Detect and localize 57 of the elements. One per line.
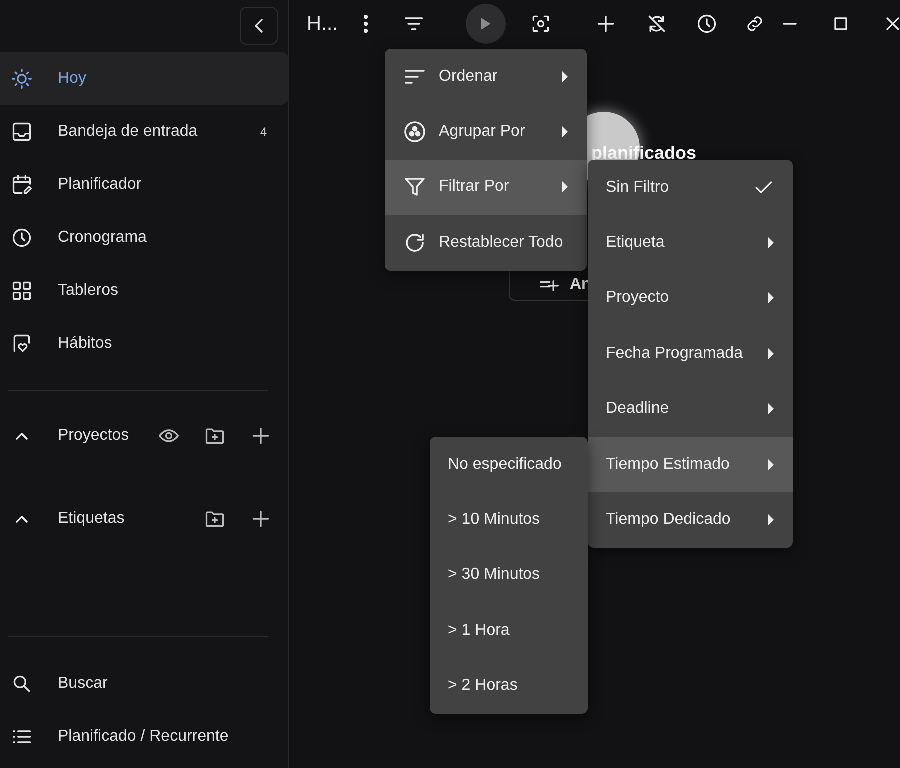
menu-item[interactable]: Etiqueta: [588, 215, 793, 271]
kebab-icon: [364, 15, 368, 33]
menu-item[interactable]: Tiempo Estimado: [588, 436, 793, 492]
sidebar-item[interactable]: Planificador: [0, 158, 289, 211]
play-button[interactable]: [466, 4, 506, 44]
sidebar-item[interactable]: Planificado / Recurrente: [0, 710, 289, 763]
grid-icon: [11, 280, 33, 302]
plus-icon: [595, 13, 617, 35]
menu-item[interactable]: > 2 Horas: [430, 658, 588, 714]
group-icon: [403, 120, 427, 144]
page-title: H...: [307, 12, 340, 37]
minimize-icon: [783, 23, 797, 25]
submenu-arrow-icon: [767, 292, 775, 304]
heart-shield-icon: [11, 332, 33, 354]
submenu-arrow-icon: [767, 403, 775, 416]
clock-icon: [696, 13, 718, 35]
menu-item[interactable]: Sin Filtro: [588, 160, 793, 216]
focus-icon: [530, 13, 552, 35]
menu-item[interactable]: > 10 Minutos: [430, 492, 588, 548]
sidebar-item[interactable]: Hábitos: [0, 317, 289, 370]
clock-icon: [11, 226, 33, 248]
menu-item[interactable]: Deadline: [588, 382, 793, 437]
menu-item[interactable]: Tiempo Dedicado: [588, 492, 793, 548]
sidebar-item[interactable]: Bandeja de entrada 4: [0, 105, 289, 158]
inbox-icon: [11, 120, 33, 142]
submenu-arrow-icon: [561, 181, 569, 194]
chevron-up-icon: [16, 432, 28, 440]
sidebar-item[interactable]: Cronograma: [0, 211, 289, 264]
menu-item[interactable]: Filtrar Por: [385, 160, 587, 216]
submenu-arrow-icon: [561, 70, 569, 83]
chevron-left-icon: [255, 19, 263, 33]
menu-item[interactable]: > 30 Minutos: [430, 548, 588, 604]
menu-item[interactable]: Ordenar: [385, 49, 587, 104]
sidebar-item[interactable]: Hoy: [0, 52, 289, 105]
item-count: 4: [260, 124, 267, 140]
menu-item[interactable]: > 1 Hora: [430, 603, 588, 659]
menu-item[interactable]: Agrupar Por: [385, 104, 587, 160]
section-title: Etiquetas: [58, 509, 126, 529]
menu-item[interactable]: Restablecer Todo: [385, 215, 587, 271]
play-icon: [481, 18, 491, 30]
collapse-button[interactable]: [240, 7, 278, 45]
sidebar-item[interactable]: Buscar: [0, 657, 289, 710]
menu-item[interactable]: Fecha Programada: [588, 326, 793, 382]
chevron-up-icon: [16, 516, 28, 522]
submenu-arrow-icon: [767, 237, 775, 250]
submenu-arrow-icon: [767, 348, 775, 360]
submenu-arrow-icon: [767, 458, 775, 471]
calendar-edit-icon: [11, 174, 33, 196]
plus-icon: [250, 425, 272, 447]
submenu-arrow-icon: [767, 514, 775, 526]
section-title: Proyectos: [58, 426, 130, 446]
sync-off-icon: [646, 13, 668, 35]
submenu-arrow-icon: [561, 126, 569, 138]
plus-icon: [250, 508, 272, 530]
sun-icon: [11, 68, 33, 90]
sidebar-item[interactable]: Tableros: [0, 264, 289, 317]
menu-item[interactable]: No especificado: [430, 437, 588, 492]
